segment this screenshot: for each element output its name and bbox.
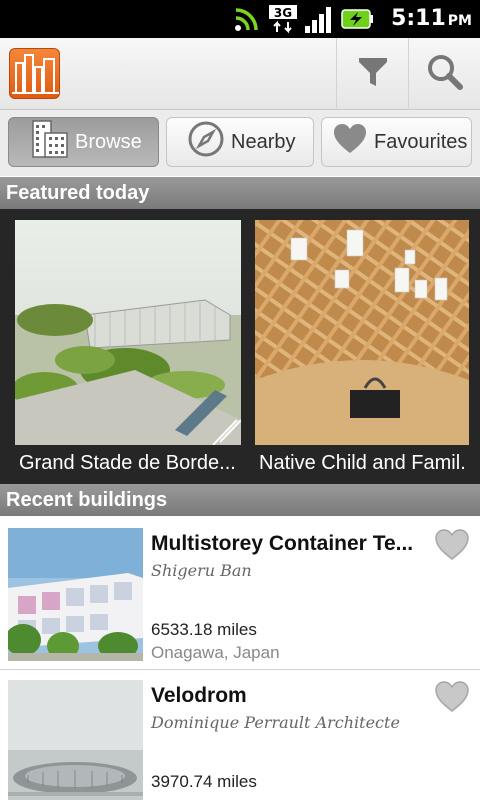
- building-title: Velodrom: [151, 684, 247, 707]
- tab-favourites[interactable]: Favourites: [321, 117, 472, 167]
- action-bar: [0, 38, 480, 110]
- building-distance: 6533.18 miles: [151, 620, 257, 639]
- signal-icon: [304, 4, 334, 34]
- featured-card[interactable]: Native Child and Famil.: [255, 220, 469, 474]
- tab-browse-label: Browse: [75, 130, 142, 153]
- status-icons: 3G: [232, 3, 373, 35]
- compass-icon: [187, 120, 225, 164]
- tab-nearby-label: Nearby: [231, 130, 296, 153]
- favourite-button[interactable]: [434, 528, 470, 562]
- wifi-icon: [232, 4, 262, 34]
- filter-button[interactable]: [336, 38, 408, 110]
- favourite-button[interactable]: [434, 680, 470, 714]
- app-logo-icon[interactable]: [9, 48, 60, 99]
- tab-favourites-label: Favourites: [374, 130, 468, 153]
- clock-time: 5:11: [391, 6, 446, 31]
- list-item[interactable]: Velodrom Dominique Perrault Architecte 3…: [0, 670, 480, 800]
- building-title: Multistorey Container Te...: [151, 532, 414, 555]
- search-icon: [426, 53, 464, 96]
- building-location: Onagawa, Japan: [151, 643, 280, 662]
- network-type-label: 3G: [274, 6, 292, 20]
- featured-image-interior: [255, 220, 469, 445]
- search-button[interactable]: [408, 38, 480, 110]
- building-icon: [31, 119, 69, 165]
- status-bar: 3G 5:11 PM: [0, 0, 480, 38]
- featured-carousel[interactable]: Grand Stade de Borde... Native Child and…: [0, 209, 480, 485]
- heart-icon: [332, 123, 368, 161]
- clock-ampm: PM: [447, 13, 472, 29]
- heart-icon: [434, 681, 470, 718]
- building-architect: Shigeru Ban: [151, 561, 252, 580]
- featured-header: Featured today: [0, 177, 480, 209]
- recent-buildings-list[interactable]: Multistorey Container Te... Shigeru Ban …: [0, 518, 480, 800]
- building-distance: 3970.74 miles: [151, 772, 257, 791]
- 3g-data-icon: 3G: [268, 4, 298, 34]
- featured-card[interactable]: Grand Stade de Borde...: [15, 220, 241, 474]
- featured-title: Native Child and Famil.: [259, 452, 466, 474]
- heart-icon: [434, 529, 470, 566]
- featured-image-stadium: [15, 220, 241, 445]
- filter-icon: [357, 55, 389, 94]
- list-item[interactable]: Multistorey Container Te... Shigeru Ban …: [0, 518, 480, 670]
- tab-browse[interactable]: Browse: [8, 117, 159, 167]
- status-time: 5:11 PM: [391, 6, 472, 31]
- tab-nearby[interactable]: Nearby: [166, 117, 314, 167]
- building-architect: Dominique Perrault Architecte: [151, 713, 400, 732]
- recent-header: Recent buildings: [0, 484, 480, 516]
- battery-charging-icon: [340, 4, 373, 34]
- tab-bar: Browse Nearby Favourites: [0, 110, 480, 176]
- building-thumbnail: [8, 528, 143, 661]
- featured-title: Grand Stade de Borde...: [19, 452, 236, 474]
- building-thumbnail: [8, 680, 143, 800]
